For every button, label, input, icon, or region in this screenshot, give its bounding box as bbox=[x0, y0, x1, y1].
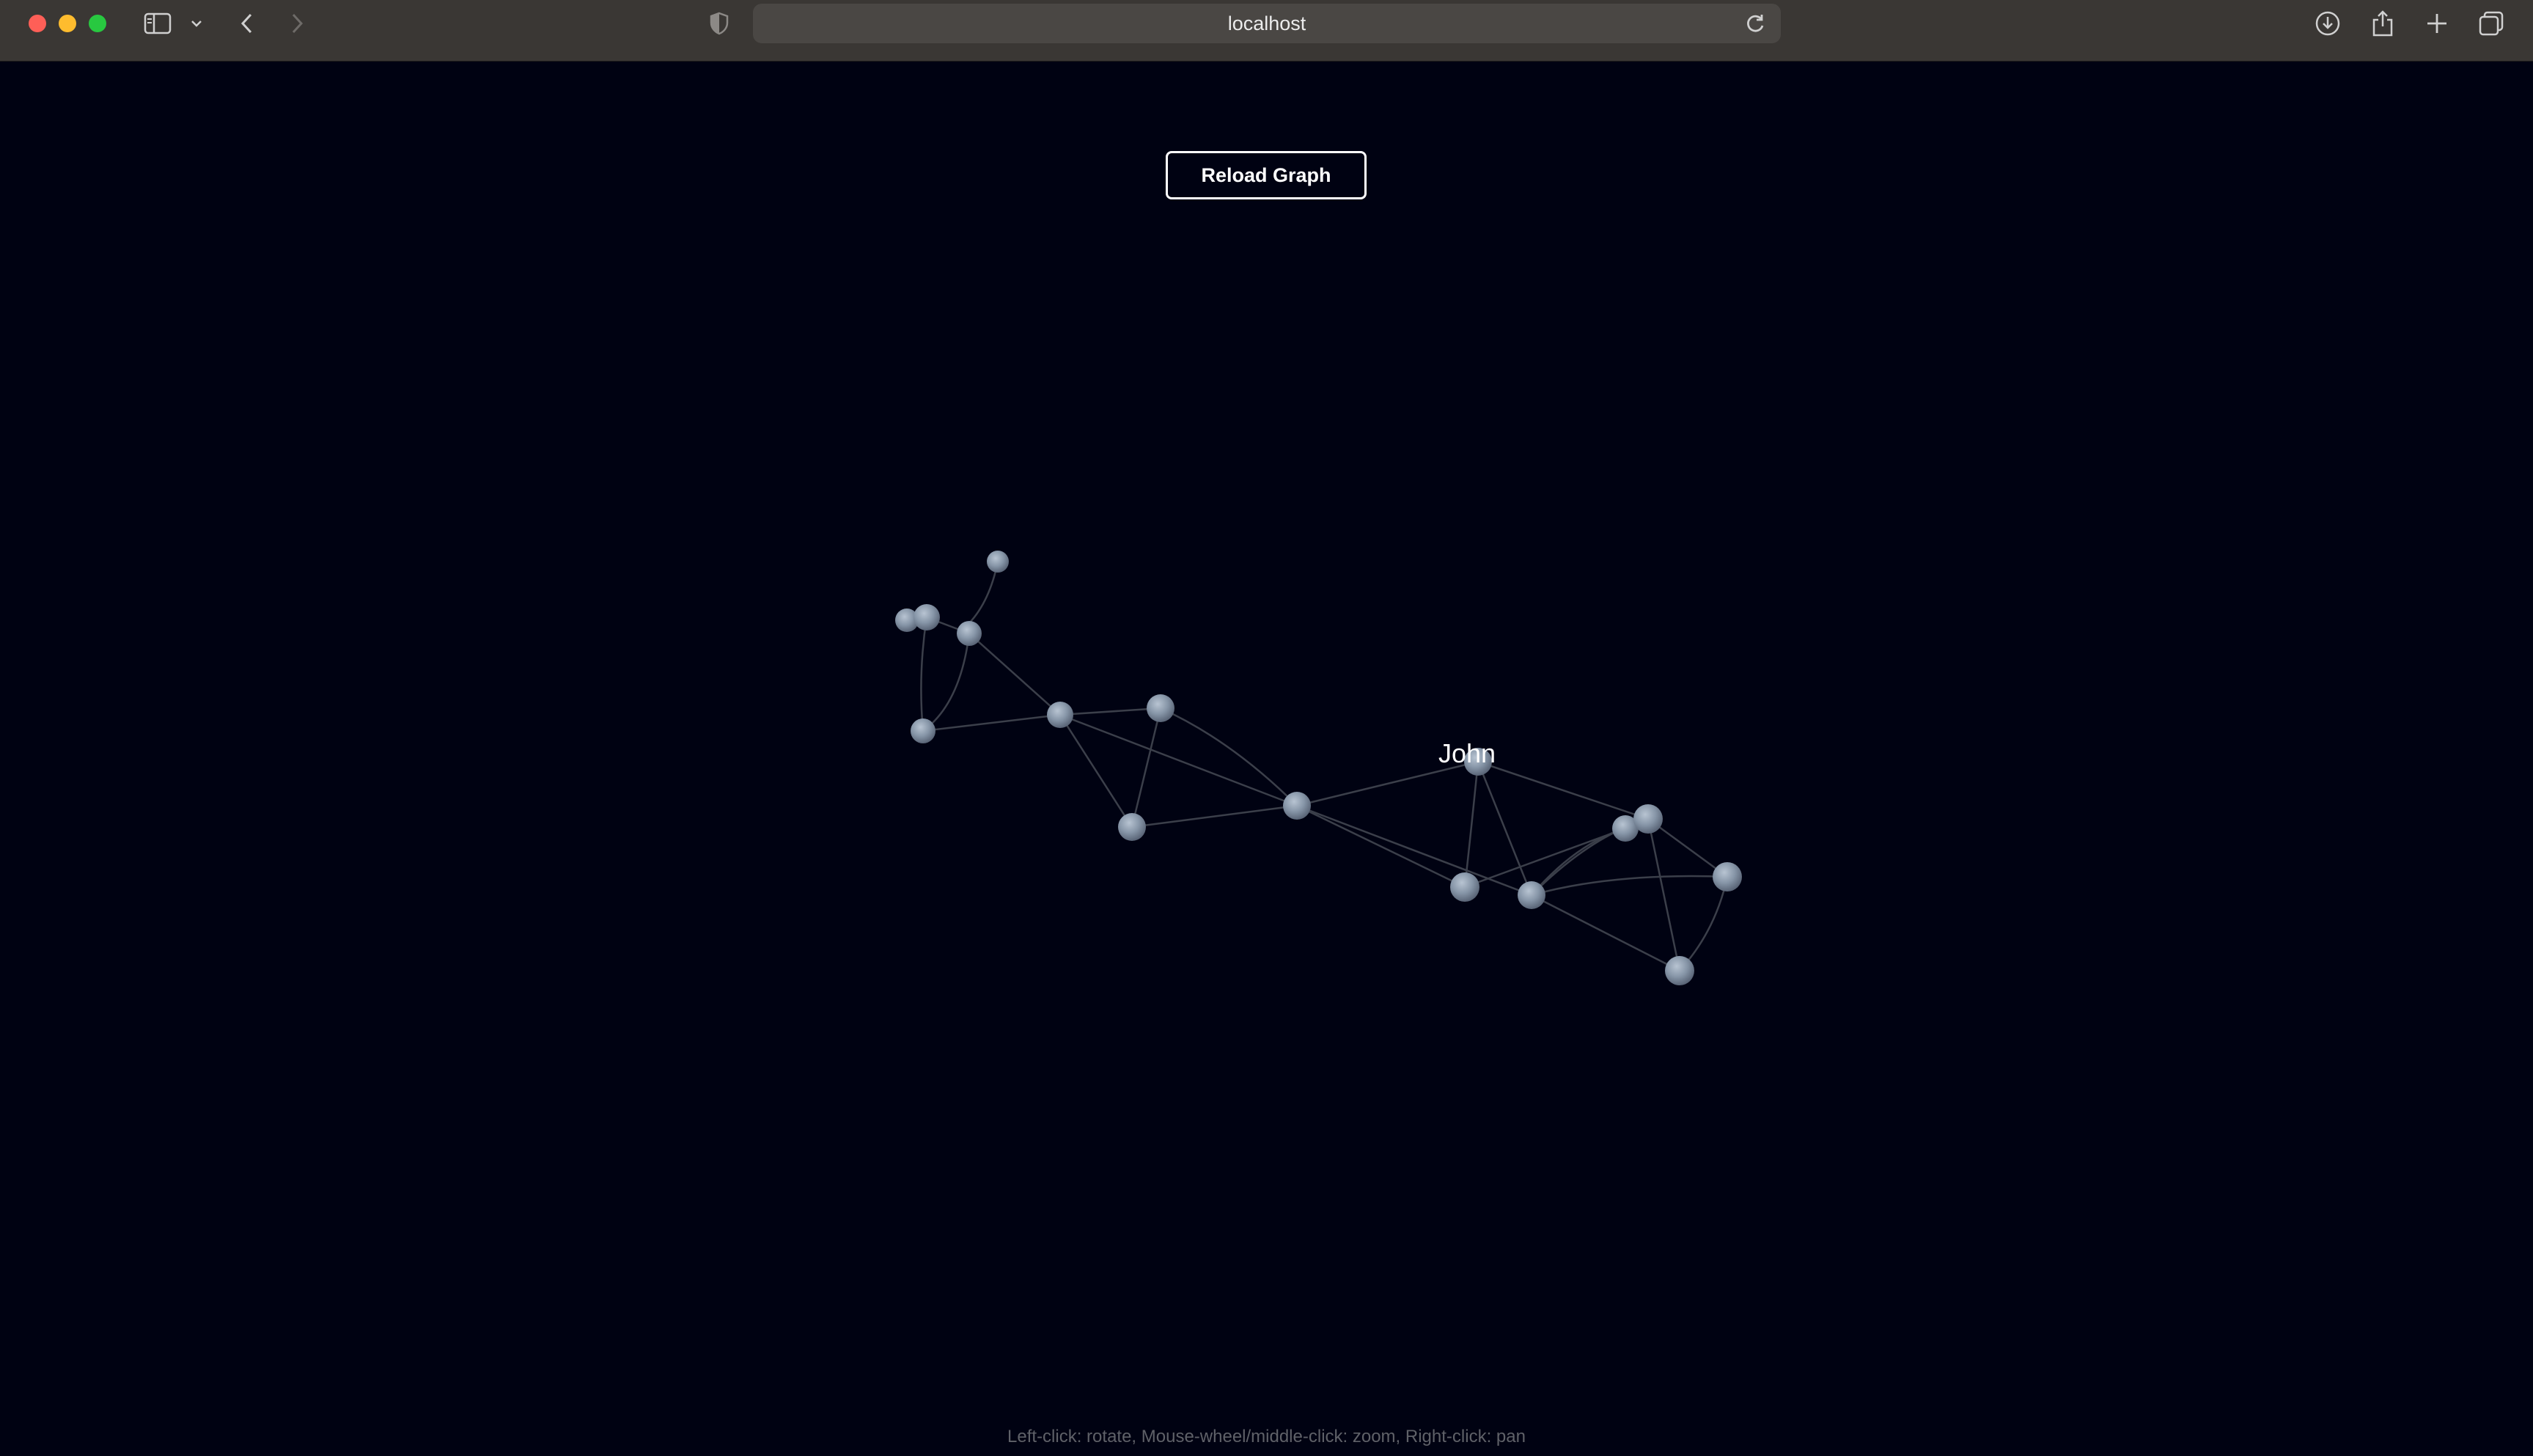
graph-node[interactable] bbox=[1047, 702, 1073, 728]
graph-link bbox=[1477, 760, 1649, 820]
graph-node[interactable] bbox=[1665, 956, 1694, 985]
graph-link bbox=[1296, 804, 1466, 889]
graph-node[interactable] bbox=[957, 621, 982, 646]
graph-link bbox=[1531, 875, 1728, 897]
graph-node[interactable] bbox=[913, 604, 940, 630]
reload-graph-button[interactable]: Reload Graph bbox=[1166, 151, 1367, 199]
graph-link bbox=[1477, 761, 1533, 896]
graph-link bbox=[1059, 707, 1161, 716]
graph-node[interactable] bbox=[1147, 694, 1174, 722]
graph-node[interactable] bbox=[987, 551, 1009, 573]
graph-link bbox=[1679, 876, 1729, 971]
controls-help-text: Left-click: rotate, Mouse-wheel/middle-c… bbox=[1007, 1427, 1526, 1446]
graph-link bbox=[1131, 804, 1298, 828]
graph-node[interactable] bbox=[1713, 862, 1742, 891]
graph-link bbox=[922, 713, 1061, 732]
graph-node[interactable] bbox=[1450, 872, 1479, 902]
graph-node[interactable] bbox=[1518, 881, 1545, 909]
graph-node[interactable] bbox=[1283, 792, 1311, 820]
graph-node[interactable] bbox=[1633, 804, 1663, 834]
node-hover-label: John bbox=[1438, 738, 1496, 768]
graph-link bbox=[1463, 761, 1479, 888]
graph-link bbox=[920, 617, 928, 732]
graph-link bbox=[1059, 713, 1298, 807]
graph-link bbox=[1647, 817, 1728, 878]
graph-link bbox=[1296, 804, 1532, 897]
force-graph-canvas[interactable] bbox=[0, 0, 2533, 1456]
graph-link bbox=[1647, 818, 1681, 971]
graph-node[interactable] bbox=[1118, 813, 1146, 841]
graph-link bbox=[1059, 714, 1133, 828]
graph-link bbox=[968, 633, 1061, 716]
graph-link bbox=[1160, 707, 1298, 806]
graph-link bbox=[922, 633, 971, 732]
graph-link bbox=[1131, 707, 1162, 828]
graph-link bbox=[1531, 894, 1680, 972]
graph-node[interactable] bbox=[911, 718, 935, 743]
